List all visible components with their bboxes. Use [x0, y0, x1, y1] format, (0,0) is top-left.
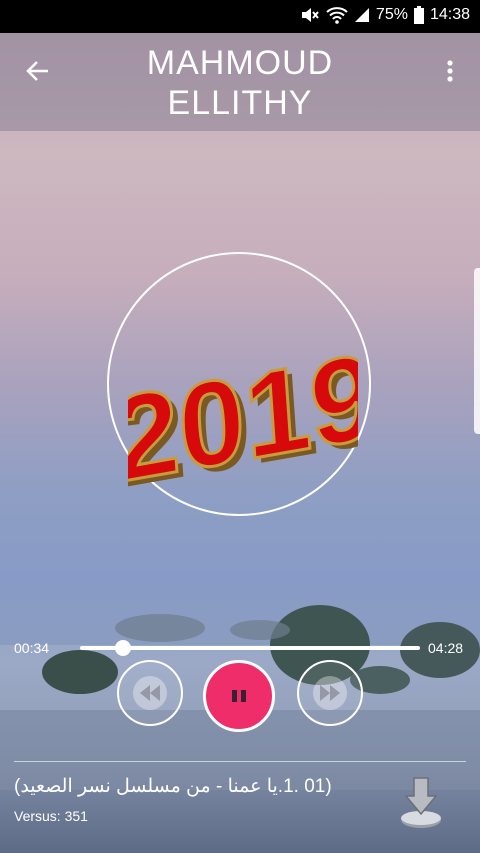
page-title: MAHMOUD ELLITHY	[146, 44, 334, 122]
mute-icon	[301, 8, 319, 22]
download-icon	[401, 777, 441, 828]
app-bar: MAHMOUD ELLITHY	[0, 33, 480, 131]
back-button[interactable]	[22, 55, 54, 87]
download-button[interactable]	[398, 774, 444, 830]
fast-forward-button[interactable]	[297, 660, 363, 726]
album-art: 2019 2019	[128, 326, 358, 500]
fast-forward-icon	[313, 676, 347, 710]
battery-percent: 75%	[375, 6, 408, 23]
rewind-icon	[133, 676, 167, 710]
clock: 14:38	[429, 6, 470, 23]
duration-time: 04:28	[428, 640, 464, 656]
versus-label: Versus: 351	[14, 808, 88, 824]
song-title: (01 .1.يا عمنا - من مسلسل نسر الصعيد)	[14, 776, 332, 797]
status-bar: 75% 14:38	[0, 0, 480, 33]
more-vert-icon	[447, 60, 453, 82]
signal-icon	[354, 8, 369, 22]
divider	[14, 761, 466, 762]
pause-button[interactable]	[203, 660, 275, 732]
pause-icon	[232, 690, 246, 702]
battery-icon	[413, 6, 424, 24]
scroll-handle[interactable]	[474, 268, 480, 434]
overflow-menu-button[interactable]	[438, 57, 462, 85]
rewind-button[interactable]	[117, 660, 183, 726]
back-arrow-icon	[26, 61, 48, 81]
wifi-icon	[326, 7, 348, 24]
elapsed-time: 00:34	[14, 640, 50, 656]
